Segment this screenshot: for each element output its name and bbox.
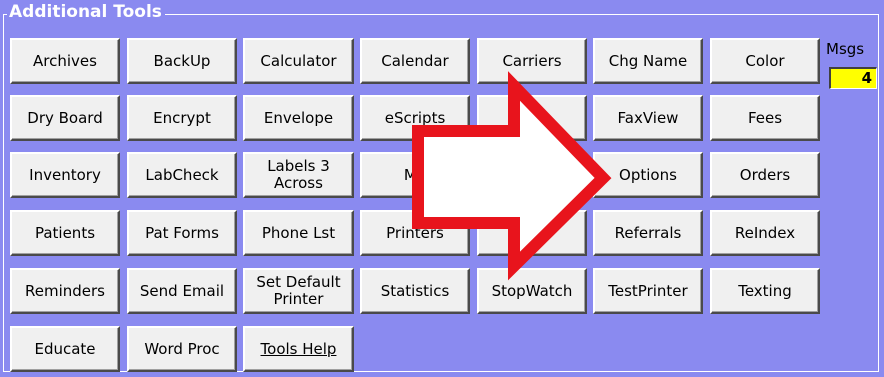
stopwatch-button[interactable]: StopWatch	[477, 268, 587, 314]
patients-button[interactable]: Patients	[10, 210, 120, 256]
archives-button[interactable]: Archives	[10, 38, 120, 84]
calculator-button[interactable]: Calculator	[243, 38, 354, 84]
send-email-button[interactable]: Send Email	[127, 268, 237, 314]
partially-hidden-button[interactable]: X F	[477, 210, 587, 256]
texting-button[interactable]: Texting	[710, 268, 820, 314]
group-title: Additional Tools	[7, 3, 165, 21]
dry-board-button[interactable]: Dry Board	[10, 95, 120, 141]
labels-3-across-button[interactable]: Labels 3 Across	[243, 152, 354, 198]
referrals-button[interactable]: Referrals	[593, 210, 703, 256]
tools-help-label: Tools Help	[260, 339, 337, 358]
orders-button[interactable]: Orders	[710, 152, 820, 198]
backup-button[interactable]: BackUp	[127, 38, 237, 84]
mail-button[interactable]: Ma	[360, 152, 470, 198]
tools-help-button[interactable]: Tools Help	[243, 326, 354, 372]
reminders-button[interactable]: Reminders	[10, 268, 120, 314]
options-button[interactable]: Options	[593, 152, 703, 198]
word-proc-button[interactable]: Word Proc	[127, 326, 237, 372]
chg-name-button[interactable]: Chg Name	[593, 38, 703, 84]
pat-forms-button[interactable]: Pat Forms	[127, 210, 237, 256]
labcheck-button[interactable]: LabCheck	[127, 152, 237, 198]
inventory-button[interactable]: Inventory	[10, 152, 120, 198]
reindex-button[interactable]: ReIndex	[710, 210, 820, 256]
fees-button[interactable]: Fees	[710, 95, 820, 141]
statistics-button[interactable]: Statistics	[360, 268, 470, 314]
set-default-printer-button[interactable]: Set Default Printer	[243, 268, 354, 314]
educate-button[interactable]: Educate	[10, 326, 120, 372]
msgs-label: Msgs	[826, 40, 865, 58]
phone-lst-button[interactable]: Phone Lst	[243, 210, 354, 256]
faxview-button[interactable]: FaxView	[593, 95, 703, 141]
carriers-button[interactable]: Carriers	[477, 38, 587, 84]
color-button[interactable]: Color	[710, 38, 820, 84]
msgs-count[interactable]: 4	[829, 67, 877, 89]
escripts-button[interactable]: eScripts	[360, 95, 470, 141]
hidden-button[interactable]	[477, 152, 587, 198]
calendar-button[interactable]: Calendar	[360, 38, 470, 84]
testprinter-button[interactable]: TestPrinter	[593, 268, 703, 314]
printers-button[interactable]: Printers	[360, 210, 470, 256]
encrypt-button[interactable]: Encrypt	[127, 95, 237, 141]
fax-button[interactable]: F t	[477, 95, 587, 141]
envelope-button[interactable]: Envelope	[243, 95, 354, 141]
